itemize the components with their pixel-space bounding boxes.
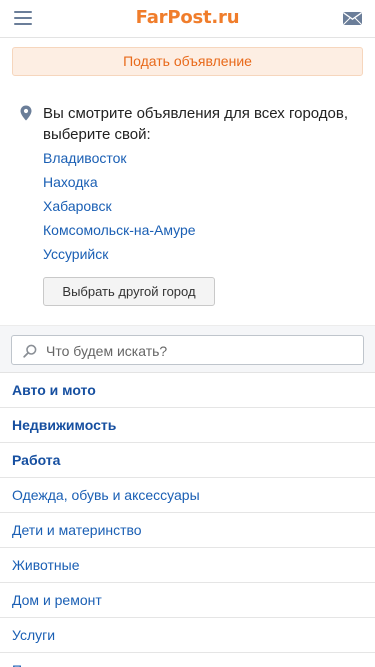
category-food[interactable]: Продукты и угощения — [0, 653, 375, 667]
location-pin-icon — [20, 105, 32, 121]
search-field[interactable] — [11, 335, 364, 365]
search-input[interactable] — [46, 341, 346, 360]
post-ad-button[interactable]: Подать объявление — [12, 47, 363, 76]
category-services[interactable]: Услуги — [0, 618, 375, 653]
site-logo[interactable]: FarPost.ru — [0, 7, 375, 28]
category-list: Авто и мото Недвижимость Работа Одежда, … — [0, 373, 375, 667]
search-icon — [23, 344, 37, 358]
category-home-repair[interactable]: Дом и ремонт — [0, 583, 375, 618]
envelope-icon[interactable] — [343, 12, 362, 25]
category-jobs[interactable]: Работа — [0, 443, 375, 478]
category-animals[interactable]: Животные — [0, 548, 375, 583]
city-link-khabarovsk[interactable]: Хабаровск — [43, 198, 112, 214]
city-link-nakhodka[interactable]: Находка — [43, 174, 98, 190]
category-clothing[interactable]: Одежда, обувь и аксессуары — [0, 478, 375, 513]
top-bar: FarPost.ru — [0, 0, 375, 38]
choose-other-city-button[interactable]: Выбрать другой город — [43, 277, 215, 306]
category-kids[interactable]: Дети и материнство — [0, 513, 375, 548]
search-bar — [0, 325, 375, 373]
category-real-estate[interactable]: Недвижимость — [0, 408, 375, 443]
city-link-komsomolsk[interactable]: Комсомольск-на-Амуре — [43, 222, 196, 238]
city-link-vladivostok[interactable]: Владивосток — [43, 150, 127, 166]
category-auto-moto[interactable]: Авто и мото — [0, 373, 375, 408]
city-link-ussuriysk[interactable]: Уссурийск — [43, 246, 108, 262]
city-select-message: Вы смотрите объявления для всех городов,… — [43, 105, 349, 143]
